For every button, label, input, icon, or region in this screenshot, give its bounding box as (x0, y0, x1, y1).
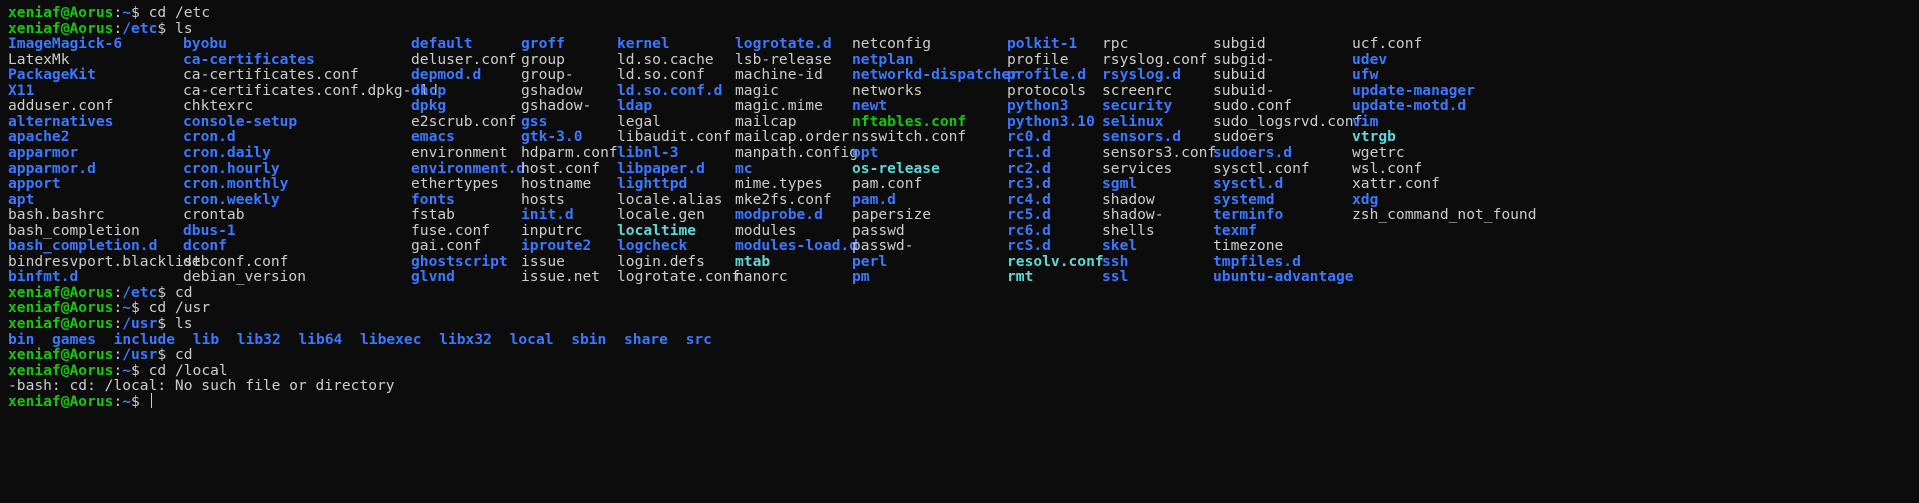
error-message: -bash: cd: /local: No such file or direc… (8, 377, 395, 395)
ls-entry: ssl (1102, 268, 1129, 286)
ls-entry: lib64 (298, 330, 343, 348)
ls-entry: libx32 (439, 330, 492, 348)
ls-entry: ubuntu-advantage (1213, 268, 1354, 286)
ls-entry: src (685, 330, 712, 348)
ls-entry: libexec (360, 330, 422, 348)
ls-entry: share (624, 330, 668, 348)
prompt-path: ~ (122, 392, 132, 410)
ls-entry: pm (852, 268, 870, 286)
ls-entry: local (509, 330, 554, 348)
ls-entry: issue.net (521, 268, 601, 286)
ls-entry: nanorc (735, 268, 788, 286)
ls-entry: binfmt.d (8, 268, 79, 286)
ls-entry: zsh_command_not_found (1352, 206, 1537, 224)
ls-entry: bin (8, 330, 35, 348)
prompt-separator: : (113, 392, 123, 410)
ls-entry: logrotate.conf (617, 268, 741, 286)
ls-entry: games (52, 330, 96, 348)
ls-entry: lib (192, 330, 220, 348)
ls-entry: include (113, 330, 176, 348)
command-text: ls (174, 315, 193, 332)
terminal-window[interactable]: xeniaf@Aorus:~$ cd /etc xeniaf@Aorus:/etc… (0, 0, 1919, 503)
prompt-path: /etc (122, 19, 158, 37)
ls-entry: glvnd (411, 268, 455, 286)
ls-entry: debian_version (183, 268, 307, 286)
ls-entry: lib32 (236, 330, 281, 348)
prompt-user-host: xeniaf@Aorus (8, 392, 114, 410)
prompt-symbol: $ (131, 392, 149, 410)
ls-entry: manpath.config (735, 143, 859, 161)
ls-entry: sbin (571, 330, 607, 348)
ls-entry: rmt (1007, 268, 1034, 286)
prompt-symbol: $ (157, 19, 175, 37)
